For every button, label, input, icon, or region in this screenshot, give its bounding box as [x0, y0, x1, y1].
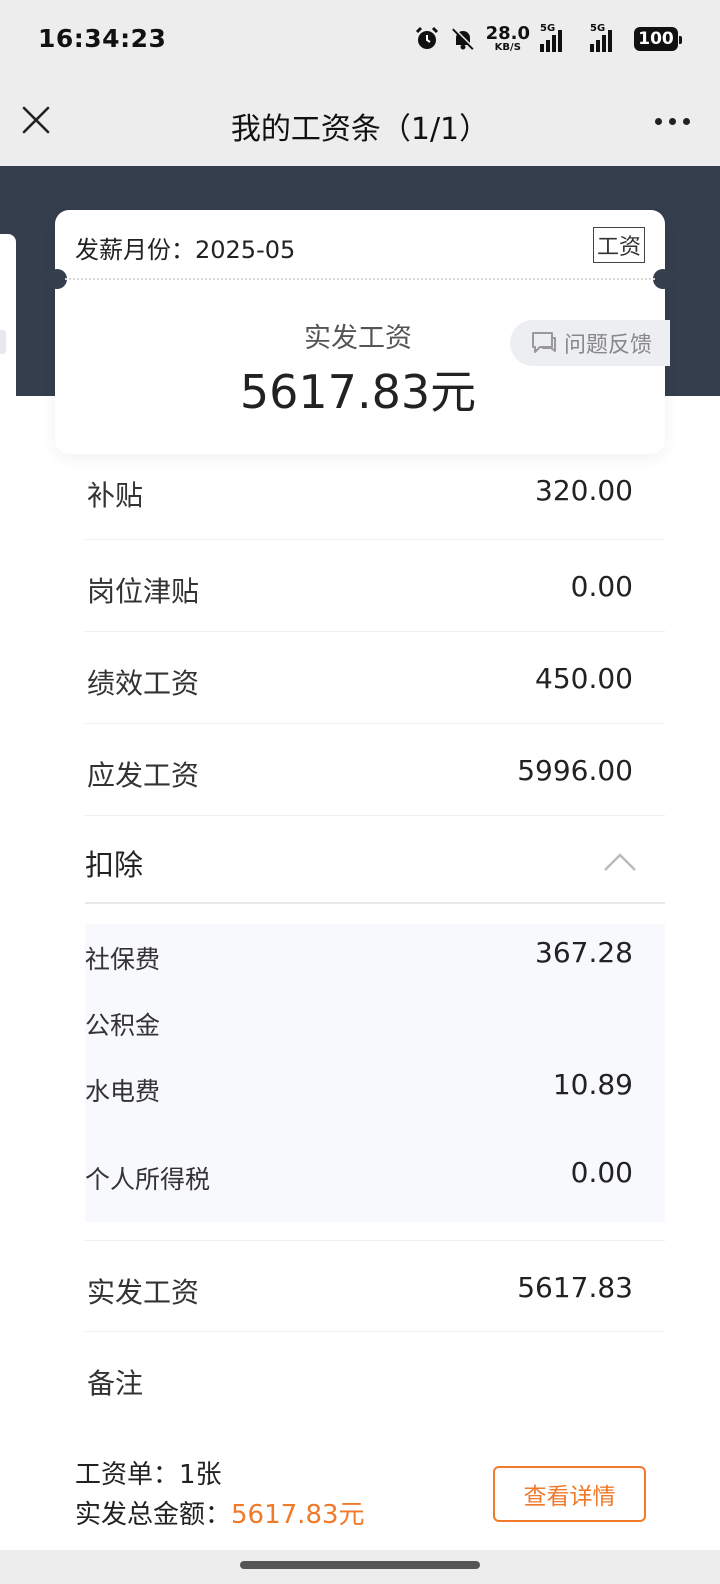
alarm-icon: [415, 26, 438, 49]
salary-type-badge: 工资: [592, 227, 645, 263]
battery-icon: 100: [634, 27, 682, 51]
payslip-count: 工资单：1张: [75, 1460, 222, 1490]
chat-icon: [532, 332, 556, 353]
partial-row: 补贴 320.00: [85, 456, 665, 540]
total-amount: 实发总金额：5617.83元: [75, 1500, 365, 1530]
gesture-bar-area: [0, 1550, 720, 1584]
deduction-details: 社保费 367.28 公积金 水电费 10.89 个人所得税 0.00: [85, 924, 665, 1222]
section-title: 扣除: [85, 848, 144, 882]
signal-icon: 5G: [540, 23, 574, 52]
list-item: 应发工资 5996.00: [85, 724, 665, 816]
pay-month: 发薪月份：2025-05: [75, 236, 296, 264]
feedback-button[interactable]: 问题反馈: [510, 320, 670, 366]
bell-off-icon: [451, 27, 475, 50]
home-indicator[interactable]: [240, 1561, 480, 1569]
signal-icon-2: 5G: [584, 23, 624, 52]
prev-card-peek[interactable]: [0, 234, 16, 430]
card-notch-left: [47, 269, 67, 289]
card-notch-right: [653, 269, 673, 289]
status-icons: 28.0 KB/S 5G 5G 100: [414, 22, 682, 56]
chevron-up-icon[interactable]: [603, 852, 637, 872]
view-details-button[interactable]: 查看详情: [493, 1466, 646, 1522]
deduction-row: 社保费 367.28: [85, 936, 633, 974]
more-icon[interactable]: [655, 118, 690, 125]
list-item: 岗位津贴 0.00: [85, 540, 665, 632]
list-item: 备注: [87, 1367, 144, 1400]
deduction-row: 公积金: [85, 1011, 161, 1040]
page-title: 我的工资条（1/1）: [230, 112, 490, 147]
status-bar: 16:34:23 28.0 KB/S 5G 5G 100: [0, 0, 720, 80]
deduction-section-header[interactable]: 扣除: [85, 818, 665, 904]
card-divider: [65, 278, 655, 280]
status-time: 16:34:23: [38, 24, 167, 53]
list-item: 实发工资 5617.83: [85, 1240, 665, 1332]
total-amount-value: 5617.83元: [231, 1500, 365, 1530]
deduction-row: 水电费 10.89: [85, 1068, 633, 1106]
deduction-row: 个人所得税 0.00: [85, 1156, 633, 1194]
nav-bar: 我的工资条（1/1）: [0, 80, 720, 166]
list-item: 绩效工资 450.00: [85, 632, 665, 724]
feedback-label: 问题反馈: [564, 333, 653, 358]
net-speed: 28.0 KB/S: [485, 23, 530, 53]
